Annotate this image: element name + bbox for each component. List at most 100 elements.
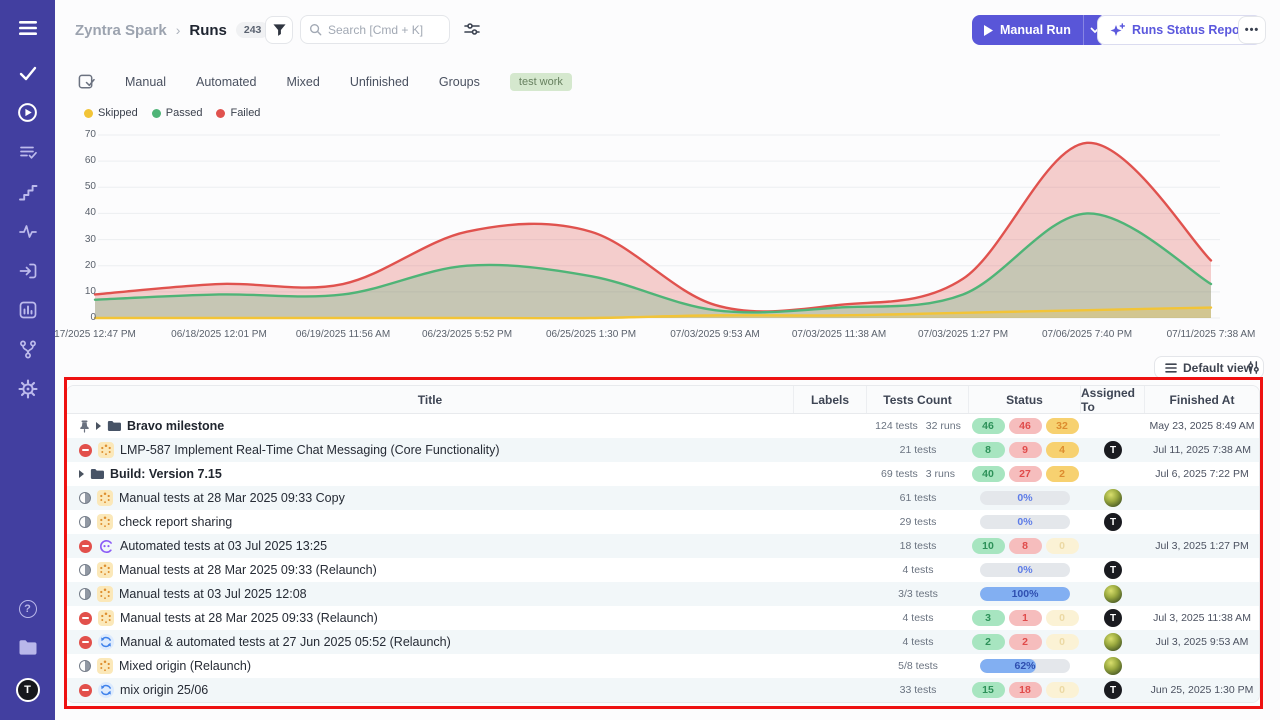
table-header: TitleLabelsTests CountStatusAssigned ToF… <box>67 386 1259 414</box>
more-options-button[interactable]: ••• <box>1238 16 1266 44</box>
assignee-avatar[interactable]: T <box>1104 513 1122 531</box>
projects-folder-icon[interactable] <box>17 636 39 658</box>
table-row[interactable]: LMP-587 Implement Real-Time Chat Messagi… <box>67 438 1259 462</box>
activity-pulse-icon[interactable] <box>17 220 39 242</box>
assignee-avatar[interactable]: T <box>1104 609 1122 627</box>
progress-label: 100% <box>980 587 1070 601</box>
tasks-check-icon[interactable] <box>17 62 39 84</box>
run-title[interactable]: Bravo milestone <box>127 419 224 433</box>
assignee-avatar[interactable]: T <box>1104 561 1122 579</box>
assignee-avatar[interactable] <box>1104 489 1122 507</box>
pin-icon[interactable] <box>79 420 90 433</box>
manual-run-icon <box>97 562 113 578</box>
user-avatar[interactable]: T <box>16 678 40 702</box>
reports-chart-icon[interactable] <box>17 299 39 321</box>
runs-filter-tabs: Manual Automated Mixed Unfinished Groups tes… <box>78 71 572 93</box>
column-header-tests-count[interactable]: Tests Count <box>867 386 969 413</box>
assignee-avatar[interactable] <box>1104 657 1122 675</box>
expand-caret-icon[interactable] <box>79 470 84 478</box>
table-row[interactable]: Automated tests at 03 Jul 2025 13:25 18 t… <box>67 534 1259 558</box>
filter-settings-icon[interactable] <box>464 21 480 42</box>
table-row[interactable]: Bravo milestone124 tests32 runs464632May… <box>67 414 1259 438</box>
table-row[interactable]: check report sharing29 tests0%T <box>67 510 1259 534</box>
manual-run-icon <box>97 586 113 602</box>
run-title[interactable]: mix origin 25/06 <box>120 683 208 697</box>
finished-at-cell: Jul 6, 2025 7:22 PM <box>1145 462 1259 486</box>
test-plans-icon[interactable] <box>17 141 39 163</box>
run-title[interactable]: check report sharing <box>119 515 232 529</box>
run-play-icon[interactable] <box>17 102 39 124</box>
manual-run-button[interactable]: Manual Run <box>972 15 1083 45</box>
table-row[interactable]: Manual tests at 28 Mar 2025 09:33 Copy61… <box>67 486 1259 510</box>
table-row[interactable]: Manual tests at 28 Mar 2025 09:33 (Relau… <box>67 606 1259 630</box>
tag-badge[interactable]: test work <box>510 73 572 91</box>
list-view-icon <box>1165 363 1177 373</box>
assignee-avatar[interactable]: T <box>1104 441 1122 459</box>
progress-label: 0% <box>980 515 1070 529</box>
manual-run-icon <box>97 490 113 506</box>
run-title[interactable]: Mixed origin (Relaunch) <box>119 659 251 673</box>
help-icon[interactable]: ? <box>19 600 37 618</box>
skipped-badge: 32 <box>1046 418 1079 434</box>
status-pills: 464632 <box>972 418 1079 434</box>
tab-groups[interactable]: Groups <box>439 75 480 89</box>
assignee-avatar[interactable] <box>1104 585 1122 603</box>
run-title[interactable]: Manual tests at 03 Jul 2025 12:08 <box>119 587 307 601</box>
table-row[interactable]: Manual tests at 03 Jul 2025 12:083/3 tes… <box>67 582 1259 606</box>
column-header-assigned-to[interactable]: Assigned To <box>1081 386 1145 413</box>
title-cell: Manual tests at 28 Mar 2025 09:33 Copy <box>67 486 794 510</box>
labels-cell <box>794 414 867 438</box>
skipped-badge: 2 <box>1046 466 1079 482</box>
labels-cell <box>794 606 867 630</box>
sign-in-icon[interactable] <box>17 260 39 282</box>
run-title[interactable]: Automated tests at 03 Jul 2025 13:25 <box>120 539 327 553</box>
tab-automated[interactable]: Automated <box>196 75 256 89</box>
filter-button[interactable] <box>265 16 293 44</box>
assignee-avatar[interactable] <box>1104 633 1122 651</box>
branch-icon[interactable] <box>17 339 39 361</box>
table-row[interactable]: Mixed origin (Relaunch)5/8 tests62% <box>67 654 1259 678</box>
view-settings-icon[interactable] <box>1246 360 1261 380</box>
assigned-to-cell: T <box>1081 510 1145 534</box>
menu-icon[interactable] <box>17 17 39 39</box>
tab-unfinished[interactable]: Unfinished <box>350 75 409 89</box>
run-title[interactable]: Build: Version 7.15 <box>110 467 222 481</box>
table-row[interactable]: Manual & automated tests at 27 Jun 2025 … <box>67 630 1259 654</box>
x-axis-tick: 07/03/2025 9:53 AM <box>670 329 760 340</box>
tests-count-cell: 69 tests3 runs <box>867 462 969 486</box>
passed-badge: 40 <box>972 466 1005 482</box>
table-row[interactable]: Build: Version 7.1569 tests3 runs40272Ju… <box>67 462 1259 486</box>
table-row[interactable]: mix origin 25/0633 tests15180TJun 25, 20… <box>67 678 1259 702</box>
run-title[interactable]: LMP-587 Implement Real-Time Chat Messagi… <box>120 443 500 457</box>
tab-mixed[interactable]: Mixed <box>286 75 319 89</box>
breadcrumb-project[interactable]: Zyntra Spark <box>75 22 167 39</box>
run-title[interactable]: Manual tests at 28 Mar 2025 09:33 (Relau… <box>119 563 377 577</box>
select-runs-icon[interactable] <box>78 74 95 91</box>
column-header-status[interactable]: Status <box>969 386 1081 413</box>
settings-gear-icon[interactable] <box>17 378 39 400</box>
folder-icon <box>90 468 104 480</box>
search-input[interactable] <box>328 23 438 37</box>
mixed-run-icon <box>98 634 114 650</box>
column-header-finished-at[interactable]: Finished At <box>1145 386 1259 413</box>
table-row[interactable]: Manual tests at 28 Mar 2025 09:33 (Relau… <box>67 558 1259 582</box>
assignee-avatar[interactable]: T <box>1104 681 1122 699</box>
column-header-title[interactable]: Title <box>67 386 794 413</box>
runs-status-report-button[interactable]: Runs Status Report <box>1097 15 1262 45</box>
run-title[interactable]: Manual tests at 28 Mar 2025 09:33 (Relau… <box>120 611 378 625</box>
status-cell: 0% <box>969 486 1081 510</box>
expand-caret-icon[interactable] <box>96 422 101 430</box>
skipped-badge: 0 <box>1046 634 1079 650</box>
progress-bar: 100% <box>980 587 1070 601</box>
tab-manual[interactable]: Manual <box>125 75 166 89</box>
run-title[interactable]: Manual tests at 28 Mar 2025 09:33 Copy <box>119 491 345 505</box>
tests-count: 18 tests <box>900 540 937 552</box>
assigned-to-cell <box>1081 630 1145 654</box>
failed-badge: 8 <box>1009 538 1042 554</box>
column-header-labels[interactable]: Labels <box>794 386 867 413</box>
finished-at: Jul 3, 2025 1:27 PM <box>1155 540 1248 552</box>
finished-at-cell: Jul 11, 2025 7:38 AM <box>1145 438 1259 462</box>
run-title[interactable]: Manual & automated tests at 27 Jun 2025 … <box>120 635 451 649</box>
in-progress-status-icon <box>79 516 91 528</box>
milestones-steps-icon[interactable] <box>17 181 39 203</box>
